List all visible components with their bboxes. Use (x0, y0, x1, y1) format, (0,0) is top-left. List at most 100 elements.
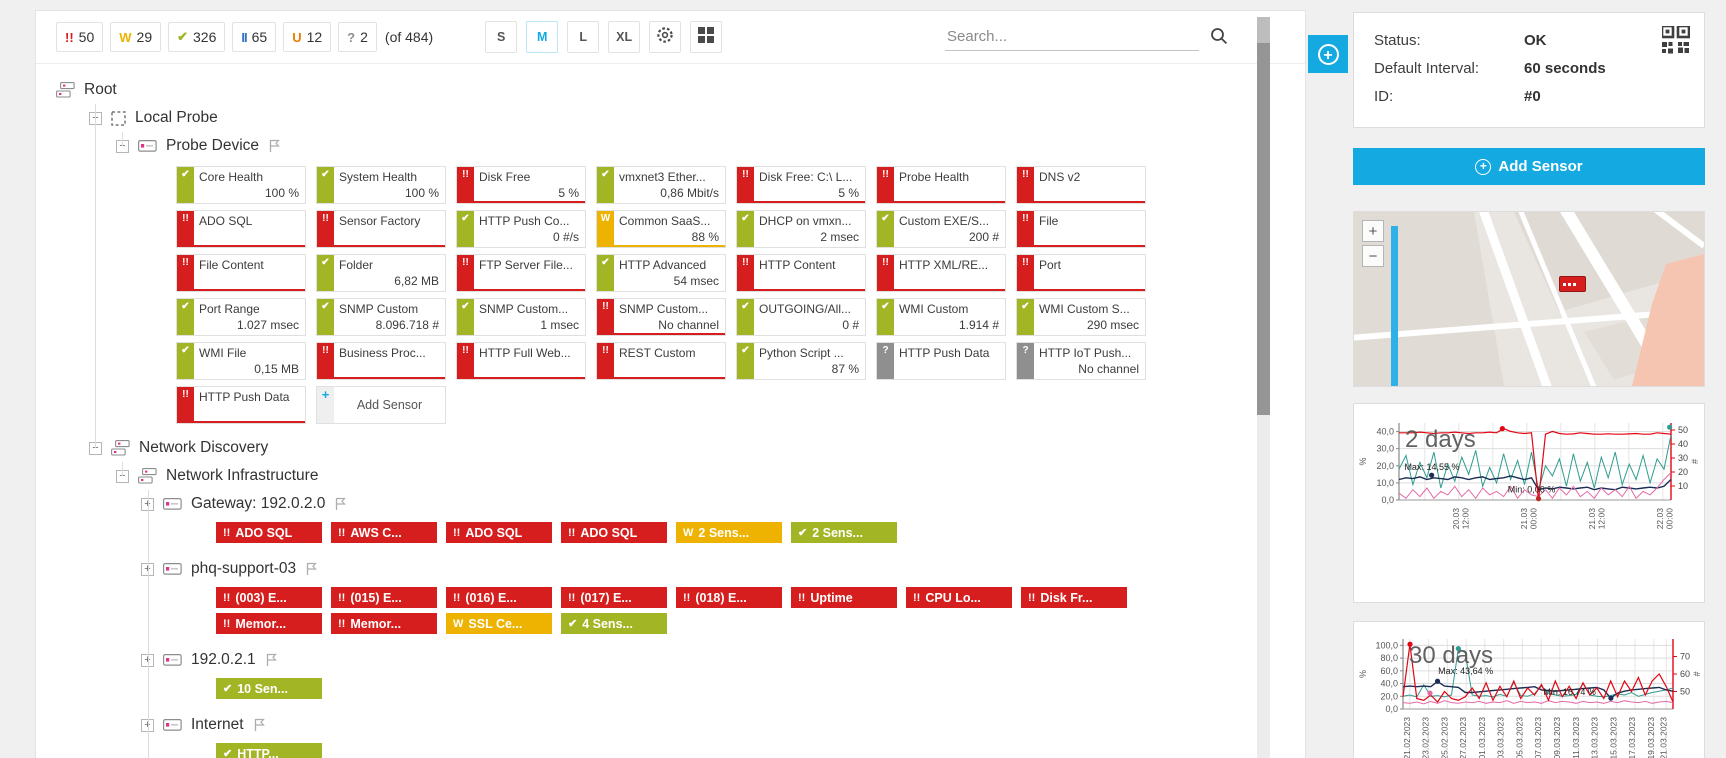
tree-node-label[interactable]: Local Probe (135, 109, 218, 127)
sensor-tile[interactable]: WCommon SaaS...88 % (596, 210, 726, 248)
status-filter-warning[interactable]: W29 (110, 22, 161, 52)
graph-30days-card[interactable]: 0,020,040,060,080,0100,0506070%#Max: 43,… (1353, 621, 1705, 758)
sensor-pill[interactable]: !!ADO SQL (216, 522, 322, 543)
sensor-pill[interactable]: ✔HTTP... (216, 743, 322, 758)
size-button-xl[interactable]: XL (608, 21, 640, 53)
sensor-pill[interactable]: !!Disk Fr... (1021, 587, 1127, 608)
sensor-tile[interactable]: ✔OUTGOING/All...0 # (736, 298, 866, 336)
sensor-tile[interactable]: !!HTTP Push Data (176, 386, 306, 424)
tree-node-label[interactable]: Internet (191, 716, 244, 734)
sensor-tile[interactable]: !!HTTP XML/RE... (876, 254, 1006, 292)
check-icon: ✔ (798, 526, 807, 539)
sensor-pill[interactable]: ✔2 Sens... (791, 522, 897, 543)
map-device-marker[interactable] (1559, 276, 1586, 292)
svg-text:30 days: 30 days (1409, 642, 1493, 669)
tree-scrollbar-thumb[interactable] (1257, 43, 1270, 415)
sensor-tile[interactable]: ✔vmxnet3 Ether...0,86 Mbit/s (596, 166, 726, 204)
sensor-tile[interactable]: ?HTTP Push Data (876, 342, 1006, 380)
sensor-tile[interactable]: ✔Folder6,82 MB (316, 254, 446, 292)
sensor-tile[interactable]: ✔HTTP Push Co...0 #/s (456, 210, 586, 248)
status-stripe-up: ✔ (877, 299, 894, 335)
sensor-tile[interactable]: ✔Core Health100 % (176, 166, 306, 204)
sensor-pill[interactable]: !!Uptime (791, 587, 897, 608)
tree-node-label[interactable]: Root (84, 81, 117, 99)
size-button-m[interactable]: M (526, 21, 558, 53)
sensor-pill[interactable]: !!(017) E... (561, 587, 667, 608)
sensor-tile[interactable]: !!File (1016, 210, 1146, 248)
tree-node-label[interactable]: Gateway: 192.0.2.0 (191, 495, 325, 513)
sensor-pill[interactable]: !!CPU Lo... (906, 587, 1012, 608)
sensor-tile[interactable]: !!Disk Free: C:\ L...5 % (736, 166, 866, 204)
sensor-tile[interactable]: ✔Custom EXE/S...200 # (876, 210, 1006, 248)
sensor-pill[interactable]: !!(018) E... (676, 587, 782, 608)
sensor-pill[interactable]: ✔10 Sen... (216, 678, 322, 699)
status-filter-unusual[interactable]: U12 (283, 22, 331, 52)
graph-2days-card[interactable]: 0,010,020,030,040,01020304050%#Max: 14,5… (1353, 403, 1705, 603)
view-settings-button[interactable] (649, 21, 681, 53)
status-filter-paused[interactable]: II65 (232, 22, 276, 52)
sensor-tile[interactable]: !!HTTP Full Web... (456, 342, 586, 380)
tree-node-label[interactable]: 192.0.2.1 (191, 651, 256, 669)
sensor-tile[interactable]: !!Probe Health (876, 166, 1006, 204)
sensor-tile[interactable]: ✔SNMP Custom8.096.718 # (316, 298, 446, 336)
sensor-tile[interactable]: !!File Content (176, 254, 306, 292)
geo-map-card[interactable]: + − (1353, 211, 1705, 387)
sensor-tile[interactable]: !!FTP Server File... (456, 254, 586, 292)
map-zoom-in-button[interactable]: + (1362, 220, 1384, 242)
sensor-tile[interactable]: ✔Python Script ...87 % (736, 342, 866, 380)
sensor-tile[interactable]: ✔WMI File0,15 MB (176, 342, 306, 380)
sensor-tile[interactable]: !!Business Proc... (316, 342, 446, 380)
search-input[interactable] (945, 24, 1199, 51)
sensor-pill[interactable]: !!(016) E... (446, 587, 552, 608)
status-filter-up[interactable]: ✔326 (168, 22, 225, 52)
sensor-pill[interactable]: !!(003) E... (216, 587, 322, 608)
sensor-pill[interactable]: !!ADO SQL (446, 522, 552, 543)
sensor-pill[interactable]: ✔4 Sens... (561, 613, 667, 634)
sensor-tile[interactable]: ✔Port Range1.027 msec (176, 298, 306, 336)
sensor-tile[interactable]: !!SNMP Custom...No channel (596, 298, 726, 336)
size-button-s[interactable]: S (485, 21, 517, 53)
sensor-pill[interactable]: !!Memor... (331, 613, 437, 634)
gear-icon (656, 26, 674, 49)
sensor-pill[interactable]: WSSL Ce... (446, 613, 552, 634)
sensor-pill[interactable]: !!Memor... (216, 613, 322, 634)
sensor-tile[interactable]: !!Port (1016, 254, 1146, 292)
sensor-tile[interactable]: ✔DHCP on vmxn...2 msec (736, 210, 866, 248)
add-object-floating-button[interactable]: + (1308, 35, 1348, 73)
sensor-tile[interactable]: ✔System Health100 % (316, 166, 446, 204)
error-icon: !! (1028, 592, 1035, 604)
sensor-tile[interactable]: !!ADO SQL (176, 210, 306, 248)
tree-node-label[interactable]: phq-support-03 (191, 560, 296, 578)
qr-code-icon[interactable] (1662, 26, 1690, 59)
grid-view-button[interactable] (690, 21, 722, 53)
sensor-pill[interactable]: !!AWS C... (331, 522, 437, 543)
search-icon[interactable] (1209, 26, 1229, 51)
sensor-tile[interactable]: ✔WMI Custom1.914 # (876, 298, 1006, 336)
tree-node-label[interactable]: Network Infrastructure (166, 467, 318, 485)
add-sensor-tile[interactable]: +Add Sensor (316, 386, 446, 424)
sensor-tile[interactable]: !!DNS v2 (1016, 166, 1146, 204)
sensor-tile[interactable]: !!Disk Free5 % (456, 166, 586, 204)
tree-scrollbar-cap[interactable] (1257, 17, 1270, 43)
size-button-l[interactable]: L (567, 21, 599, 53)
check-icon: ✔ (568, 617, 577, 630)
unusual-status-icon: U (292, 30, 301, 45)
sensor-tile[interactable]: ✔HTTP Advanced54 msec (596, 254, 726, 292)
sensor-tile[interactable]: !!REST Custom (596, 342, 726, 380)
sensor-tile[interactable]: ✔SNMP Custom...1 msec (456, 298, 586, 336)
add-sensor-button[interactable]: + Add Sensor (1353, 148, 1705, 185)
tree-node-label[interactable]: Probe Device (166, 137, 259, 155)
sensor-pill[interactable]: !!(015) E... (331, 587, 437, 608)
map-zoom-out-button[interactable]: − (1362, 245, 1384, 267)
sensor-tile[interactable]: ✔WMI Custom S...290 msec (1016, 298, 1146, 336)
tree-node-label[interactable]: Network Discovery (139, 439, 268, 457)
sensor-pill[interactable]: !!ADO SQL (561, 522, 667, 543)
status-filter-down[interactable]: !!50 (56, 22, 103, 52)
sensor-pill[interactable]: W2 Sens... (676, 522, 782, 543)
error-icon: !! (457, 255, 474, 270)
svg-text:21.0312:00: 21.0312:00 (1587, 508, 1607, 530)
status-filter-unknown[interactable]: ?2 (338, 22, 377, 52)
sensor-tile[interactable]: !!Sensor Factory (316, 210, 446, 248)
sensor-tile[interactable]: !!HTTP Content (736, 254, 866, 292)
sensor-tile[interactable]: ?HTTP IoT Push...No channel (1016, 342, 1146, 380)
